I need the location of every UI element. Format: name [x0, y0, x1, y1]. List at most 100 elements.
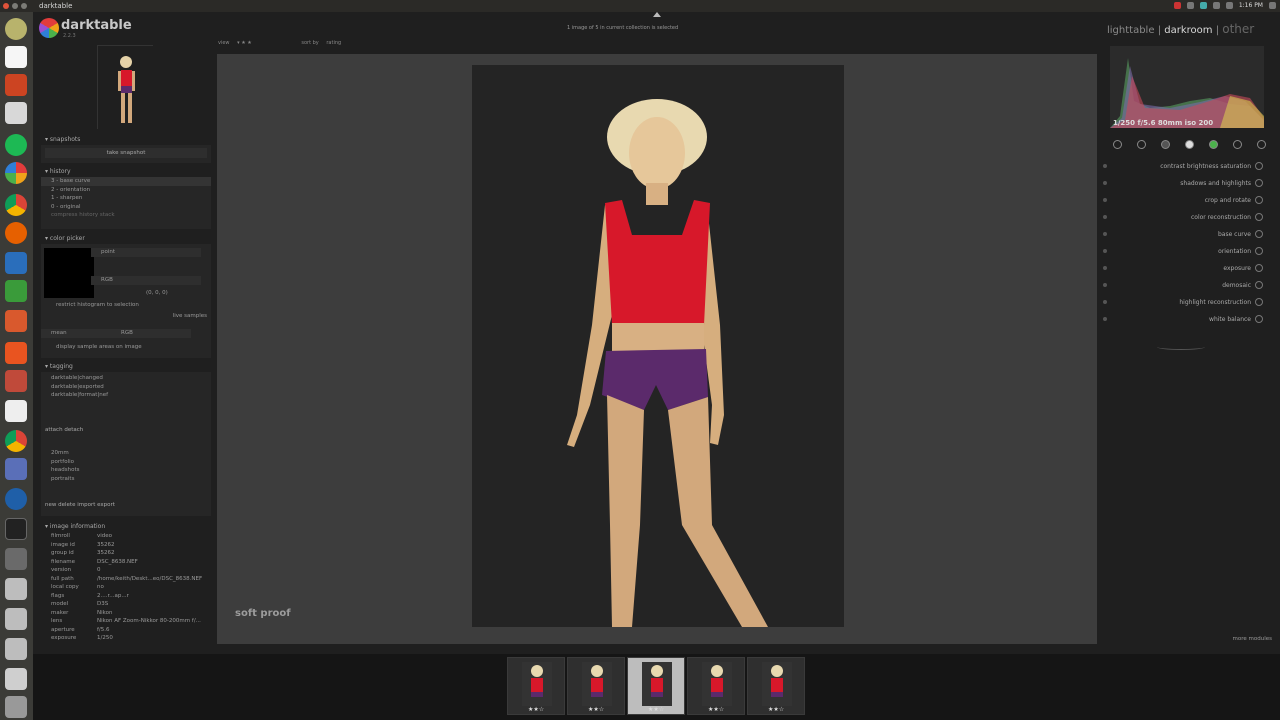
- impress-icon[interactable]: [5, 310, 27, 332]
- network-icon[interactable]: [1199, 2, 1207, 9]
- app-icon[interactable]: [5, 74, 27, 96]
- navigation-thumbnail[interactable]: [97, 45, 154, 130]
- module-row[interactable]: exposure: [1101, 260, 1271, 277]
- skype-icon[interactable]: [5, 46, 27, 68]
- drive-icon-4[interactable]: [5, 668, 27, 690]
- thumbnail-rating[interactable]: ★★☆: [708, 706, 724, 713]
- thumbnail-rating[interactable]: ★★☆: [648, 706, 664, 713]
- files-icon[interactable]: [5, 102, 27, 124]
- other-view-tab[interactable]: other: [1222, 22, 1254, 36]
- darktable-icon[interactable]: [5, 162, 27, 184]
- globe-icon[interactable]: [5, 488, 27, 510]
- correct-group-icon[interactable]: [1232, 139, 1242, 149]
- new-tag-button[interactable]: new: [45, 502, 56, 508]
- module-row[interactable]: highlight reconstruction: [1101, 294, 1271, 311]
- module-power-icon[interactable]: [1103, 249, 1107, 253]
- star-filter-select[interactable]: ▾ ★ ★: [237, 40, 252, 46]
- sample-stat-select[interactable]: mean: [41, 329, 111, 338]
- amazon-icon[interactable]: [5, 400, 27, 422]
- module-power-icon[interactable]: [1103, 232, 1107, 236]
- tag-item[interactable]: headshots: [41, 466, 211, 475]
- module-power-icon[interactable]: [1103, 300, 1107, 304]
- volume-icon[interactable]: [1225, 2, 1233, 9]
- delete-tag-button[interactable]: delete: [58, 502, 75, 508]
- history-item[interactable]: 3 - base curve: [41, 177, 211, 186]
- sort-select[interactable]: rating: [326, 40, 341, 46]
- module-row[interactable]: crop and rotate: [1101, 192, 1271, 209]
- drive-icon[interactable]: [5, 578, 27, 600]
- picker-colorspace-select[interactable]: RGB: [91, 276, 201, 285]
- thumbnail-rating[interactable]: ★★☆: [528, 706, 544, 713]
- filmstrip-thumbnail[interactable]: ★★☆: [687, 657, 745, 715]
- chrome-icon-2[interactable]: [5, 430, 27, 452]
- display-sample-areas-checkbox[interactable]: display sample areas on image: [46, 343, 142, 352]
- tag-item[interactable]: portraits: [41, 475, 211, 484]
- take-snapshot-button[interactable]: take snapshot: [45, 148, 207, 158]
- collapse-top-icon[interactable]: [653, 12, 661, 17]
- tone-group-icon[interactable]: [1184, 139, 1194, 149]
- module-power-icon[interactable]: [1103, 181, 1107, 185]
- module-row[interactable]: base curve: [1101, 226, 1271, 243]
- sample-colorspace-select[interactable]: RGB: [111, 329, 191, 338]
- effect-group-icon[interactable]: [1256, 139, 1266, 149]
- module-row[interactable]: white balance: [1101, 311, 1271, 328]
- module-power-icon[interactable]: [1103, 198, 1107, 202]
- tag-item[interactable]: 20mm: [41, 449, 211, 458]
- history-item[interactable]: 2 - orientation: [41, 186, 211, 195]
- drive-icon-2[interactable]: [5, 608, 27, 630]
- export-tags-button[interactable]: export: [97, 502, 115, 508]
- main-image[interactable]: [472, 65, 844, 627]
- thumbnail-rating[interactable]: ★★☆: [768, 706, 784, 713]
- software-center-icon[interactable]: [5, 342, 27, 364]
- module-power-icon[interactable]: [1103, 266, 1107, 270]
- module-power-icon[interactable]: [1103, 215, 1107, 219]
- history-item[interactable]: 0 - original: [41, 203, 211, 212]
- module-power-icon[interactable]: [1103, 317, 1107, 321]
- filmstrip-thumbnail[interactable]: ★★☆: [627, 657, 685, 715]
- chrome-icon[interactable]: [5, 194, 27, 216]
- drive-icon-3[interactable]: [5, 638, 27, 660]
- image-information-header[interactable]: ▾ image information: [41, 522, 211, 532]
- tag-item[interactable]: portfolio: [41, 458, 211, 467]
- more-modules-button[interactable]: more modules: [1233, 636, 1272, 642]
- trash-icon[interactable]: [5, 696, 27, 718]
- tag-item[interactable]: darktable|format|nef: [41, 391, 211, 400]
- tag-item[interactable]: darktable|changed: [41, 374, 211, 383]
- tray-icon[interactable]: [1186, 2, 1194, 9]
- histogram[interactable]: 1/250 f/5.6 80mm iso 200: [1110, 46, 1264, 128]
- color-group-icon[interactable]: [1208, 139, 1218, 149]
- window-minimize-icon[interactable]: [12, 3, 18, 9]
- gear-icon[interactable]: [1269, 2, 1276, 9]
- darkroom-view-tab[interactable]: darkroom: [1164, 25, 1212, 36]
- compress-history-button[interactable]: compress history stack: [41, 211, 211, 220]
- settings-icon[interactable]: [5, 370, 27, 392]
- color-picker-header[interactable]: ▾ color picker: [41, 234, 211, 244]
- filmstrip-thumbnail[interactable]: ★★☆: [747, 657, 805, 715]
- module-row[interactable]: color reconstruction: [1101, 209, 1271, 226]
- firefox-icon[interactable]: [5, 222, 27, 244]
- attach-button[interactable]: attach: [45, 427, 63, 433]
- filmstrip-thumbnail[interactable]: ★★☆: [567, 657, 625, 715]
- module-row[interactable]: shadows and highlights: [1101, 175, 1271, 192]
- history-item[interactable]: 1 - sharpen: [41, 194, 211, 203]
- ubuntu-dash-icon[interactable]: [5, 18, 27, 40]
- module-row[interactable]: contrast brightness saturation: [1101, 158, 1271, 175]
- import-tags-button[interactable]: import: [77, 502, 95, 508]
- module-power-icon[interactable]: [1103, 164, 1107, 168]
- app-icon-3[interactable]: [5, 548, 27, 570]
- thumbnail-rating[interactable]: ★★☆: [588, 706, 604, 713]
- favorites-icon[interactable]: [1136, 139, 1146, 149]
- calc-icon[interactable]: [5, 280, 27, 302]
- module-row[interactable]: demosaic: [1101, 277, 1271, 294]
- history-header[interactable]: ▾ history: [41, 167, 211, 177]
- module-row[interactable]: orientation: [1101, 243, 1271, 260]
- writer-icon[interactable]: [5, 252, 27, 274]
- snapshots-header[interactable]: ▾ snapshots: [41, 135, 211, 145]
- restrict-histogram-checkbox[interactable]: restrict histogram to selection: [46, 301, 139, 310]
- active-modules-icon[interactable]: [1112, 139, 1122, 149]
- terminal-icon[interactable]: [5, 518, 27, 540]
- tag-item[interactable]: darktable|exported: [41, 383, 211, 392]
- app-icon-2[interactable]: [5, 458, 27, 480]
- lighttable-view-tab[interactable]: lighttable: [1107, 25, 1155, 36]
- filmstrip-thumbnail[interactable]: ★★☆: [507, 657, 565, 715]
